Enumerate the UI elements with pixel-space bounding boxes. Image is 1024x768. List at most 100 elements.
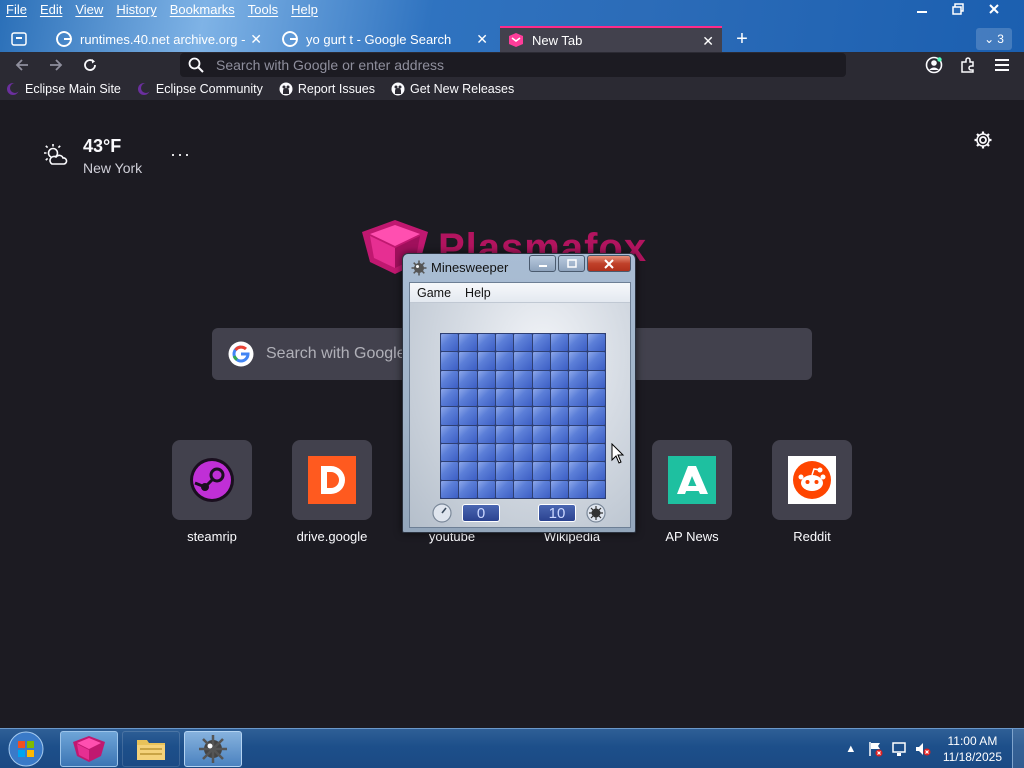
mine-cell[interactable]: [441, 425, 459, 443]
mine-cell[interactable]: [441, 480, 459, 498]
mine-cell[interactable]: [532, 444, 550, 462]
mine-cell[interactable]: [532, 352, 550, 370]
mine-cell[interactable]: [459, 352, 477, 370]
shortcut-drive-google[interactable]: drive.google: [292, 440, 372, 544]
shortcut-steamrip[interactable]: steamrip: [172, 440, 252, 544]
mine-cell[interactable]: [587, 334, 605, 352]
mine-cell[interactable]: [459, 389, 477, 407]
close-tab-icon[interactable]: ✕: [250, 31, 262, 48]
mine-cell[interactable]: [569, 425, 587, 443]
bookmark-get-new-releases[interactable]: Get New Releases: [385, 82, 514, 96]
bookmark-eclipse-main[interactable]: Eclipse Main Site: [0, 82, 121, 96]
mine-cell[interactable]: [477, 462, 495, 480]
mine-cell[interactable]: [496, 389, 514, 407]
mine-cell[interactable]: [477, 444, 495, 462]
bookmark-report-issues[interactable]: Report Issues: [273, 82, 375, 96]
tab-archive[interactable]: runtimes.40.net archive.org - Gc ✕: [48, 26, 270, 52]
extensions-icon[interactable]: [957, 54, 979, 76]
mine-cell[interactable]: [459, 462, 477, 480]
mine-cell[interactable]: [514, 425, 532, 443]
tab-new-tab[interactable]: New Tab ✕: [500, 26, 722, 52]
mine-cell[interactable]: [514, 407, 532, 425]
mine-cell[interactable]: [551, 480, 569, 498]
mine-cell[interactable]: [532, 462, 550, 480]
mine-cell[interactable]: [441, 389, 459, 407]
mine-cell[interactable]: [477, 425, 495, 443]
back-arrow-icon[interactable]: [11, 54, 33, 76]
mine-cell[interactable]: [551, 407, 569, 425]
mine-cell[interactable]: [477, 370, 495, 388]
minefield-grid[interactable]: [440, 333, 606, 499]
shortcut-ap-news[interactable]: AP News: [652, 440, 732, 544]
mine-cell[interactable]: [532, 480, 550, 498]
mine-cell[interactable]: [496, 352, 514, 370]
restore-icon[interactable]: [940, 0, 976, 18]
shortcut-reddit[interactable]: Reddit: [772, 440, 852, 544]
mine-cell[interactable]: [587, 444, 605, 462]
mine-cell[interactable]: [459, 425, 477, 443]
mine-cell[interactable]: [441, 352, 459, 370]
menu-bookmarks[interactable]: Bookmarks: [164, 0, 242, 20]
mine-cell[interactable]: [532, 407, 550, 425]
mine-cell[interactable]: [587, 389, 605, 407]
new-tab-plus-icon[interactable]: +: [731, 28, 753, 50]
mine-cell[interactable]: [496, 462, 514, 480]
show-hidden-icons-icon[interactable]: ▲: [843, 741, 859, 757]
tab-google-search[interactable]: yo gurt t - Google Search ✕: [274, 26, 496, 52]
mine-cell[interactable]: [551, 389, 569, 407]
minimize-icon[interactable]: [904, 0, 940, 18]
mine-cell[interactable]: [569, 444, 587, 462]
mine-cell[interactable]: [551, 370, 569, 388]
mine-cell[interactable]: [441, 370, 459, 388]
tab-overview-icon[interactable]: [8, 28, 30, 50]
system-clock[interactable]: 11:00 AM 11/18/2025: [943, 733, 1002, 765]
mine-cell[interactable]: [532, 425, 550, 443]
mine-cell[interactable]: [477, 389, 495, 407]
mine-cell[interactable]: [587, 480, 605, 498]
reload-icon[interactable]: [79, 54, 101, 76]
address-bar[interactable]: [180, 53, 846, 77]
mine-cell[interactable]: [514, 480, 532, 498]
gear-icon[interactable]: [973, 130, 993, 153]
mine-cell[interactable]: [477, 352, 495, 370]
mine-cell[interactable]: [514, 352, 532, 370]
mine-cell[interactable]: [551, 334, 569, 352]
bookmark-eclipse-community[interactable]: Eclipse Community: [131, 82, 263, 96]
close-icon[interactable]: [587, 255, 631, 272]
account-icon[interactable]: [923, 54, 945, 76]
mine-cell[interactable]: [569, 407, 587, 425]
mine-cell[interactable]: [496, 425, 514, 443]
mine-cell[interactable]: [496, 370, 514, 388]
mine-cell[interactable]: [441, 444, 459, 462]
menu-help[interactable]: Help: [458, 283, 498, 302]
close-tab-icon[interactable]: ✕: [476, 31, 488, 48]
close-tab-icon[interactable]: ✕: [702, 33, 714, 50]
volume-muted-icon[interactable]: [915, 741, 931, 757]
mine-cell[interactable]: [587, 407, 605, 425]
taskbar-plasmafox[interactable]: [60, 731, 118, 767]
mine-cell[interactable]: [459, 444, 477, 462]
close-icon[interactable]: [976, 0, 1012, 18]
mine-cell[interactable]: [569, 462, 587, 480]
mine-cell[interactable]: [514, 462, 532, 480]
minimize-icon[interactable]: [529, 255, 556, 272]
menu-history[interactable]: History: [110, 0, 163, 20]
hamburger-menu-icon[interactable]: [991, 54, 1013, 76]
mine-cell[interactable]: [496, 407, 514, 425]
mine-cell[interactable]: [569, 334, 587, 352]
maximize-icon[interactable]: [558, 255, 585, 272]
address-input[interactable]: [216, 57, 816, 73]
mine-cell[interactable]: [441, 334, 459, 352]
menu-edit[interactable]: Edit: [34, 0, 69, 20]
show-desktop-button[interactable]: [1012, 729, 1024, 768]
mine-cell[interactable]: [514, 370, 532, 388]
mine-cell[interactable]: [459, 407, 477, 425]
mine-cell[interactable]: [496, 480, 514, 498]
mine-cell[interactable]: [459, 370, 477, 388]
mine-cell[interactable]: [587, 352, 605, 370]
mine-cell[interactable]: [569, 480, 587, 498]
mine-cell[interactable]: [551, 444, 569, 462]
mine-cell[interactable]: [551, 425, 569, 443]
mine-cell[interactable]: [532, 334, 550, 352]
mine-cell[interactable]: [514, 389, 532, 407]
